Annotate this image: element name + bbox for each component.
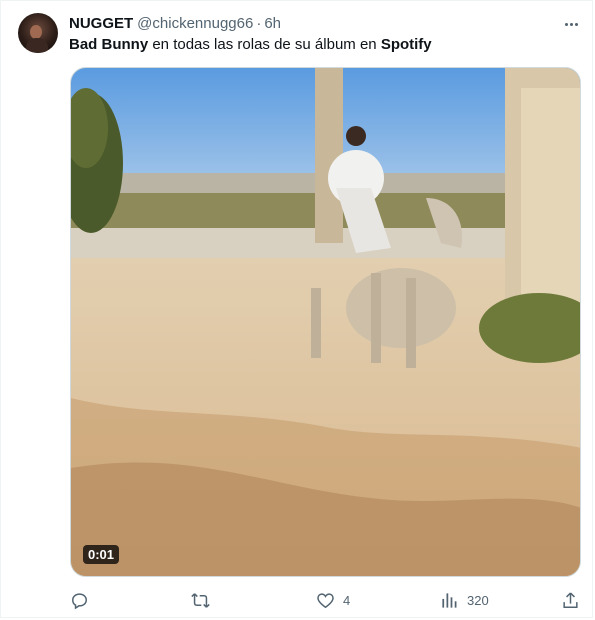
author-handle[interactable]: @chickennugg66: [137, 15, 253, 32]
tweet-card[interactable]: NUGGET @chickennugg66 · 6h Bad Bunny en tod…: [0, 0, 593, 618]
video-timestamp: 0:01: [83, 545, 120, 564]
mention-spotify: Spotify: [380, 36, 432, 53]
share-icon: [563, 591, 578, 608]
views-button[interactable]: 320: [440, 590, 489, 610]
heart-icon: [317, 592, 334, 608]
separator-dot: ·: [256, 15, 262, 32]
views-bar-icon: [442, 592, 457, 608]
more-horizontal-icon: [564, 22, 568, 26]
tweet-actions: 4 320: [70, 590, 581, 610]
mention-bad-bunny: Bad Bunny: [69, 36, 149, 53]
share-button[interactable]: [561, 590, 580, 610]
retweet-button[interactable]: [191, 590, 218, 610]
video-frame: [71, 68, 580, 576]
avatar-body: [26, 38, 48, 53]
tweet-time[interactable]: 6h: [264, 15, 281, 32]
retweet-icon: [191, 592, 210, 608]
video-player[interactable]: 0:01: [70, 67, 581, 577]
reply-button[interactable]: [70, 590, 97, 610]
like-button[interactable]: 4: [316, 590, 350, 610]
more-options-button[interactable]: [561, 14, 581, 34]
avatar[interactable]: [18, 13, 58, 53]
author-name[interactable]: NUGGET: [69, 15, 133, 32]
views-count: 320: [467, 592, 489, 608]
like-count: 4: [343, 592, 351, 608]
tweet-header: NUGGET @chickennugg66 · 6h: [69, 14, 281, 34]
avatar-face: [30, 25, 42, 39]
tweet-text: Bad Bunny en todas las rolas de su álbum…: [69, 35, 432, 55]
tweet-text-body: en todas las rolas de su álbum en: [148, 36, 381, 53]
reply-icon: [72, 592, 87, 609]
